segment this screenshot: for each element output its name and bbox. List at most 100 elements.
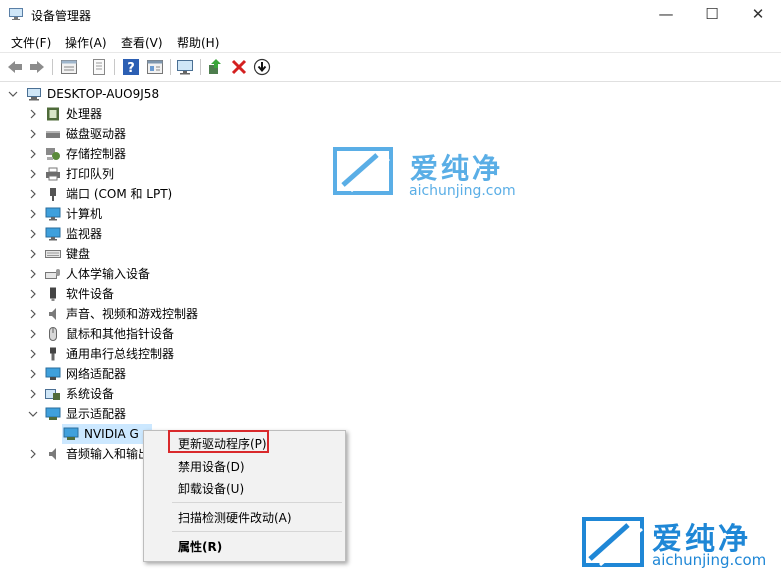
- tree-item[interactable]: 通用串行总线控制器: [28, 344, 228, 364]
- tree-item[interactable]: 键盘: [28, 244, 228, 264]
- tree-item[interactable]: 打印队列: [28, 164, 228, 184]
- view-icon[interactable]: [146, 58, 164, 76]
- tree-item-display-adapters[interactable]: 显示适配器: [28, 404, 228, 424]
- chevron-right-icon[interactable]: [28, 324, 38, 344]
- mouse-icon: [49, 327, 57, 341]
- chevron-right-icon[interactable]: [28, 344, 38, 364]
- chevron-right-icon[interactable]: [28, 224, 38, 244]
- chevron-right-icon[interactable]: [28, 264, 38, 284]
- toolbar-separator: [114, 59, 115, 75]
- port-icon: [50, 188, 56, 201]
- tree-item-label: NVIDIA G: [84, 427, 139, 441]
- storage-controller-icon: [46, 148, 60, 160]
- tree-item-label: 计算机: [66, 207, 103, 221]
- computer-icon: [45, 207, 61, 221]
- processor-icon: [47, 107, 59, 121]
- menu-item-scan-hardware[interactable]: 扫描检测硬件改动(A): [178, 509, 292, 526]
- maximize-button[interactable]: ☐: [689, 0, 735, 30]
- toolbar-separator: [170, 59, 171, 75]
- tree-item-label: 软件设备: [66, 287, 115, 301]
- chevron-right-icon[interactable]: [28, 364, 38, 384]
- download-icon[interactable]: [253, 58, 271, 76]
- back-icon[interactable]: [6, 58, 24, 76]
- chevron-right-icon[interactable]: [28, 444, 38, 464]
- tree-root[interactable]: DESKTOP-AUO9J58: [8, 84, 208, 104]
- tree-item-label: 声音、视频和游戏控制器: [66, 307, 199, 321]
- menu-action[interactable]: 操作(A): [65, 34, 107, 51]
- highlight-annotation: [168, 430, 269, 453]
- tree-item-label: 鼠标和其他指针设备: [66, 327, 175, 341]
- menu-bar: 文件(F) 操作(A) 查看(V) 帮助(H): [0, 30, 781, 52]
- tree-item[interactable]: 软件设备: [28, 284, 228, 304]
- update-driver-icon[interactable]: [206, 58, 224, 76]
- toolbar-separator: [52, 59, 53, 75]
- minimize-icon: —: [658, 5, 674, 23]
- forward-icon[interactable]: [28, 58, 46, 76]
- speaker-icon: [49, 308, 56, 320]
- tree-item[interactable]: 监视器: [28, 224, 228, 244]
- audio-io-icon: [49, 448, 56, 460]
- software-device-icon: [50, 287, 56, 301]
- chevron-right-icon[interactable]: [28, 164, 38, 184]
- tree-item[interactable]: 声音、视频和游戏控制器: [28, 304, 228, 324]
- chevron-right-icon[interactable]: [28, 104, 38, 124]
- menu-item-uninstall-device[interactable]: 卸载设备(U): [178, 480, 244, 497]
- printer-icon: [46, 167, 60, 181]
- chevron-right-icon[interactable]: [28, 184, 38, 204]
- close-button[interactable]: ✕: [735, 0, 781, 30]
- tree-item-label: 系统设备: [66, 387, 115, 401]
- menu-help[interactable]: 帮助(H): [177, 34, 219, 51]
- monitor-icon: [45, 227, 61, 241]
- usb-icon: [50, 347, 56, 361]
- chevron-right-icon[interactable]: [28, 204, 38, 224]
- tree-item[interactable]: 人体学输入设备: [28, 264, 228, 284]
- tree-item[interactable]: 系统设备: [28, 384, 228, 404]
- uninstall-icon[interactable]: [230, 58, 248, 76]
- minimize-button[interactable]: —: [643, 0, 689, 30]
- device-manager-icon: [9, 8, 23, 20]
- tree-item-label: 磁盘驱动器: [66, 127, 127, 141]
- computer-name: DESKTOP-AUO9J58: [47, 87, 160, 101]
- details-icon[interactable]: [90, 58, 108, 76]
- menu-view[interactable]: 查看(V): [121, 34, 163, 51]
- tree-item[interactable]: 端口 (COM 和 LPT): [28, 184, 228, 204]
- tree-item[interactable]: 鼠标和其他指针设备: [28, 324, 228, 344]
- chevron-right-icon[interactable]: [28, 284, 38, 304]
- chevron-right-icon[interactable]: [28, 244, 38, 264]
- tree-item-label: 人体学输入设备: [66, 267, 151, 281]
- close-icon: ✕: [751, 5, 765, 23]
- chevron-right-icon[interactable]: [28, 304, 38, 324]
- tree-item[interactable]: 存储控制器: [28, 144, 228, 164]
- tree-item[interactable]: 计算机: [28, 204, 228, 224]
- properties-icon[interactable]: [60, 58, 78, 76]
- tree-item[interactable]: 处理器: [28, 104, 228, 124]
- window-title: 设备管理器: [31, 9, 92, 23]
- disk-drive-icon: [46, 131, 60, 138]
- display-adapter-icon: [45, 407, 61, 420]
- help-icon[interactable]: ?: [122, 58, 140, 76]
- tree-item[interactable]: 网络适配器: [28, 364, 228, 384]
- title-bar: 设备管理器 — ☐ ✕: [0, 0, 781, 30]
- chevron-right-icon[interactable]: [28, 144, 38, 164]
- menu-item-properties[interactable]: 属性(R): [178, 538, 222, 555]
- menu-separator: [172, 531, 342, 532]
- watermark-brand: 爱纯净: [410, 152, 504, 185]
- menu-file[interactable]: 文件(F): [11, 34, 51, 51]
- svg-text:?: ?: [127, 61, 135, 76]
- tree-item[interactable]: 磁盘驱动器: [28, 124, 228, 144]
- monitor-scan-icon[interactable]: [176, 58, 194, 76]
- network-adapter-icon: [45, 367, 61, 380]
- hid-icon: [45, 269, 60, 279]
- chevron-right-icon[interactable]: [28, 384, 38, 404]
- chevron-down-icon[interactable]: [8, 84, 18, 104]
- tree-item-label: 通用串行总线控制器: [66, 347, 175, 361]
- tree-item-nvidia-selected[interactable]: NVIDIA G: [62, 424, 152, 444]
- chevron-right-icon[interactable]: [28, 124, 38, 144]
- tree-item-label: 打印队列: [66, 167, 115, 181]
- display-adapter-icon: [63, 427, 79, 440]
- tree-item-label: 显示适配器: [66, 407, 127, 421]
- watermark-url: aichunjing.com: [652, 551, 767, 569]
- tree-item-label: 端口 (COM 和 LPT): [66, 187, 173, 201]
- chevron-down-icon[interactable]: [28, 404, 38, 424]
- menu-item-disable-device[interactable]: 禁用设备(D): [178, 458, 245, 475]
